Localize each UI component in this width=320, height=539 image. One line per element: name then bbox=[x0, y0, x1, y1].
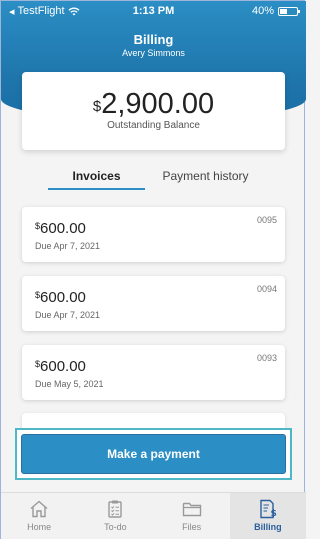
invoice-card[interactable]: $600.00 Due May 5, 2021 0093 bbox=[22, 345, 285, 400]
bill-icon: $ bbox=[260, 499, 277, 519]
svg-text:$: $ bbox=[270, 509, 276, 519]
invoice-card[interactable]: $600.00 Due Apr 7, 2021 0095 bbox=[22, 207, 285, 262]
tab-payment-history[interactable]: Payment history bbox=[145, 166, 266, 190]
nav-label: Files bbox=[182, 522, 202, 532]
status-left: ◂ TestFlight bbox=[9, 5, 109, 18]
invoice-currency: $ bbox=[35, 221, 41, 231]
invoice-currency: $ bbox=[35, 359, 41, 369]
page-title: Billing bbox=[133, 32, 174, 47]
page-subtitle: Avery Simmons bbox=[122, 48, 185, 58]
folder-icon bbox=[182, 502, 201, 517]
nav-label: Home bbox=[27, 522, 52, 532]
bottom-nav: Home To-do Files $ Billing bbox=[1, 492, 306, 539]
status-right: 40% bbox=[198, 5, 300, 17]
clipboard-icon bbox=[108, 500, 123, 518]
wifi-icon bbox=[68, 7, 80, 15]
status-bar: ◂ TestFlight 1:13 PM 40% bbox=[1, 1, 306, 21]
invoice-currency: $ bbox=[35, 290, 41, 300]
invoice-card[interactable]: $600.00 Due Apr 7, 2021 0094 bbox=[22, 276, 285, 331]
invoice-amount: $600.00 bbox=[35, 220, 86, 237]
make-payment-button[interactable]: Make a payment bbox=[21, 434, 286, 474]
invoice-value: 600.00 bbox=[40, 220, 86, 237]
battery-percent: 40% bbox=[251, 5, 274, 17]
status-time: 1:13 PM bbox=[132, 5, 175, 17]
nav-item-billing[interactable]: $ Billing bbox=[229, 493, 306, 539]
carrier-label: TestFlight bbox=[17, 5, 65, 17]
invoice-due-date: Due May 5, 2021 bbox=[35, 379, 104, 389]
nav-label: Billing bbox=[254, 522, 282, 532]
battery-icon bbox=[278, 6, 300, 16]
balance-amount: $2,900.00 bbox=[22, 89, 285, 119]
invoice-number: 0093 bbox=[256, 353, 277, 363]
payment-button-container: Make a payment bbox=[15, 428, 292, 480]
nav-item-todo[interactable]: To-do bbox=[77, 493, 153, 539]
tab-invoices[interactable]: Invoices bbox=[48, 166, 145, 190]
balance-label: Outstanding Balance bbox=[107, 120, 200, 131]
invoice-due-date: Due Apr 7, 2021 bbox=[35, 310, 101, 320]
tab-bar: Invoices Payment history bbox=[48, 166, 266, 190]
invoice-value: 600.00 bbox=[40, 358, 86, 375]
invoice-amount: $600.00 bbox=[35, 289, 86, 306]
home-icon bbox=[30, 500, 48, 518]
invoice-number: 0095 bbox=[256, 215, 277, 225]
invoice-number: 0094 bbox=[256, 284, 277, 294]
balance-currency: $ bbox=[92, 98, 102, 115]
nav-label: To-do bbox=[104, 522, 127, 532]
header: Billing Avery Simmons bbox=[1, 32, 306, 58]
balance-value: 2,900.00 bbox=[101, 88, 215, 120]
invoice-due-date: Due Apr 7, 2021 bbox=[35, 241, 101, 251]
invoice-amount: $600.00 bbox=[35, 358, 86, 375]
nav-item-files[interactable]: Files bbox=[154, 493, 230, 539]
invoice-value: 600.00 bbox=[40, 289, 86, 306]
back-arrow-icon[interactable]: ◂ bbox=[9, 5, 15, 18]
balance-card: $2,900.00 Outstanding Balance bbox=[22, 72, 285, 150]
nav-item-home[interactable]: Home bbox=[1, 493, 77, 539]
